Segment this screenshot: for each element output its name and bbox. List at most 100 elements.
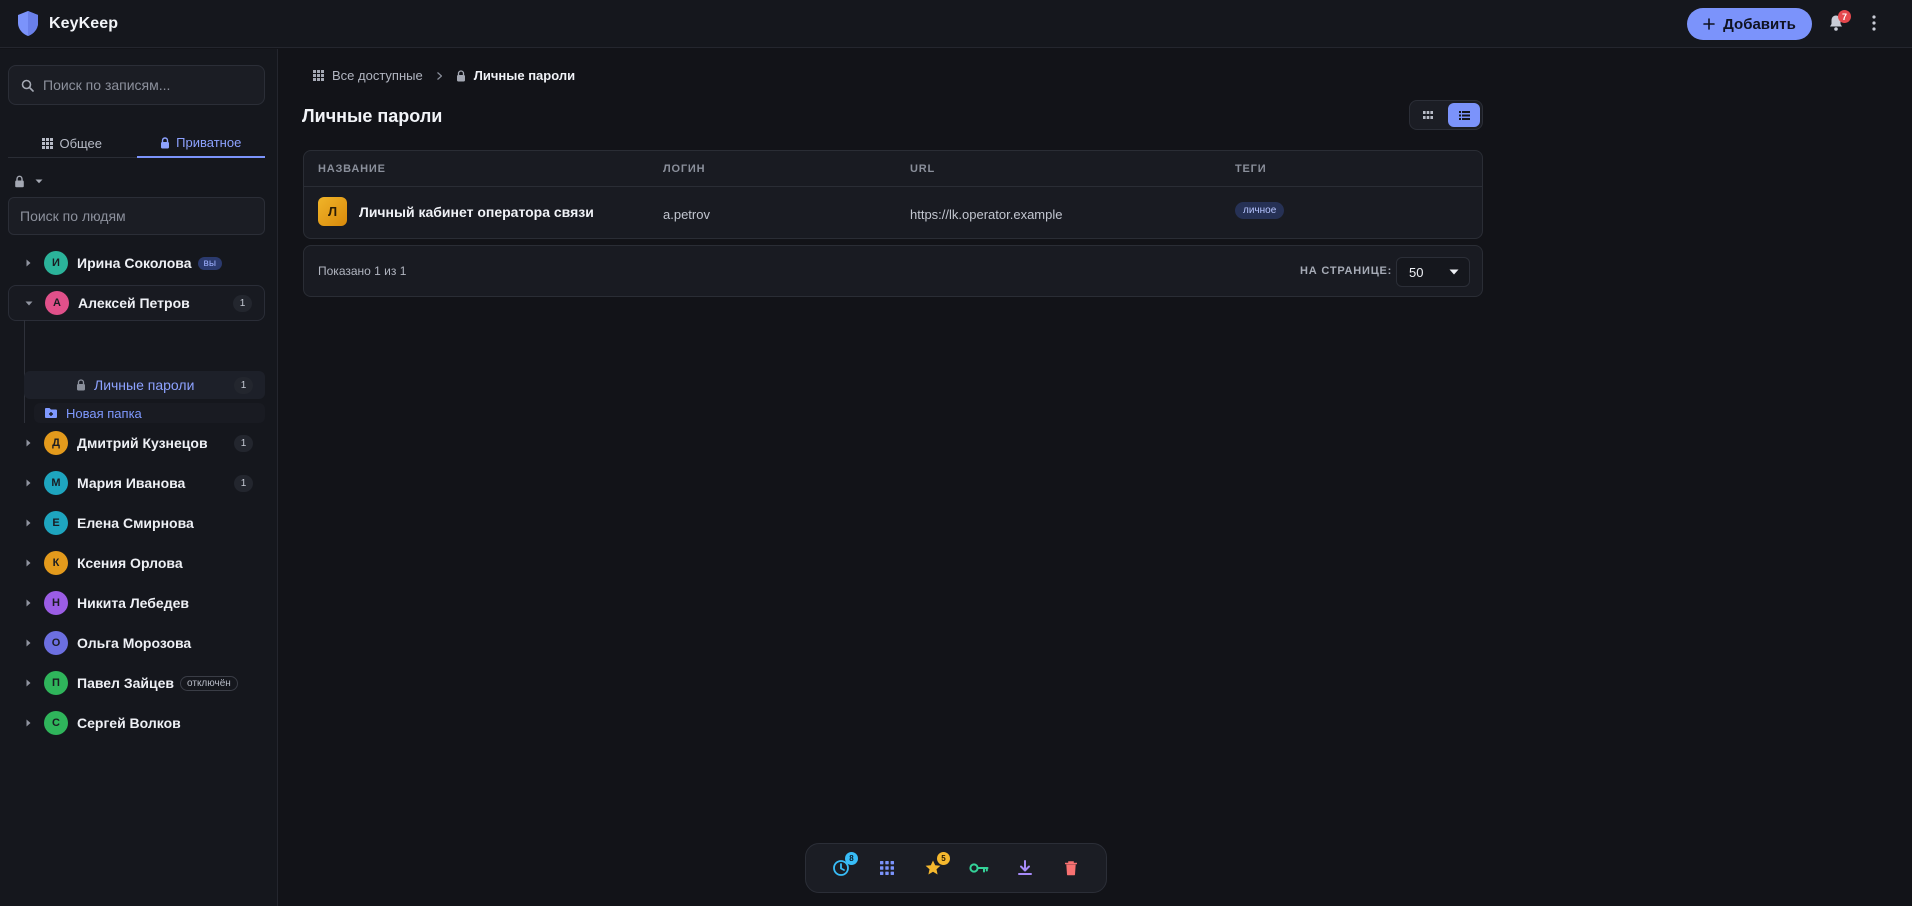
- grid-view-button[interactable]: [1412, 103, 1444, 127]
- grid-icon: [313, 70, 324, 81]
- download-icon: [1018, 860, 1032, 876]
- column-header-name[interactable]: НАЗВАНИЕ: [318, 163, 386, 175]
- new-folder-label: Новая папка: [66, 405, 142, 421]
- lock-filter-dropdown[interactable]: [14, 175, 43, 188]
- sidebar-tabs: Общее Приватное: [8, 129, 265, 158]
- person-item[interactable]: Д Дмитрий Кузнецов 1: [8, 425, 265, 461]
- chevron-right-icon: [436, 71, 442, 80]
- person-item[interactable]: И Ирина Соколова вы: [8, 245, 265, 281]
- folder-label: Личные пароли: [94, 377, 195, 393]
- person-item[interactable]: П Павел Зайцев отключён: [8, 665, 265, 701]
- person-name: Елена Смирнова: [77, 515, 194, 531]
- tab-general[interactable]: Общее: [8, 129, 137, 158]
- tree-line: [24, 320, 25, 423]
- person-name: Сергей Волков: [77, 715, 181, 731]
- record-avatar: Л: [318, 197, 347, 226]
- column-header-login[interactable]: ЛОГИН: [663, 163, 705, 175]
- record-login: a.petrov: [663, 207, 710, 222]
- per-page-value: 50: [1409, 264, 1424, 280]
- all-items-button[interactable]: [873, 854, 901, 882]
- avatar: Е: [44, 511, 68, 535]
- tab-private[interactable]: Приватное: [136, 129, 265, 158]
- avatar: А: [45, 291, 69, 315]
- favorites-button[interactable]: 5: [919, 852, 950, 882]
- per-page-select[interactable]: 50: [1396, 257, 1470, 287]
- import-button[interactable]: [1011, 854, 1039, 882]
- breadcrumb: Все доступные Личные пароли: [313, 68, 575, 83]
- people-search-input[interactable]: [20, 208, 264, 224]
- sidebar: Общее Приватное И Ирина Соколова вы А Ал…: [0, 49, 278, 906]
- trash-button[interactable]: [1057, 854, 1085, 882]
- person-item-expanded[interactable]: А Алексей Петров 1: [8, 285, 265, 321]
- column-header-url[interactable]: URL: [910, 163, 935, 175]
- person-item[interactable]: С Сергей Волков: [8, 705, 265, 741]
- count-badge: 1: [234, 474, 253, 492]
- add-button[interactable]: Добавить: [1687, 8, 1812, 40]
- person-item[interactable]: К Ксения Орлова: [8, 545, 265, 581]
- folder-plus-icon: [44, 407, 58, 419]
- chevron-right-icon[interactable]: [22, 639, 34, 647]
- page-title: Личные пароли: [302, 106, 443, 126]
- table-row[interactable]: Л Личный кабинет оператора связи a.petro…: [304, 187, 1482, 238]
- chevron-right-icon[interactable]: [22, 599, 34, 607]
- records-table: НАЗВАНИЕ ЛОГИН URL ТЕГИ Л Личный кабинет…: [303, 150, 1483, 239]
- lock-icon: [76, 379, 86, 391]
- avatar: К: [44, 551, 68, 575]
- person-item[interactable]: Н Никита Лебедев: [8, 585, 265, 621]
- new-folder-button[interactable]: Новая папка: [34, 403, 265, 423]
- avatar: И: [44, 251, 68, 275]
- shield-logo-icon: [16, 10, 40, 37]
- view-toggle: [1409, 100, 1483, 130]
- tab-private-label: Приватное: [176, 135, 242, 150]
- app-name: KeyKeep: [49, 14, 119, 32]
- record-url[interactable]: https://lk.operator.example: [910, 207, 1062, 222]
- chevron-right-icon[interactable]: [22, 259, 34, 267]
- lock-icon: [160, 136, 170, 149]
- person-name: Дмитрий Кузнецов: [77, 435, 208, 451]
- chevron-right-icon[interactable]: [22, 519, 34, 527]
- tag-badge[interactable]: личное: [1235, 202, 1285, 219]
- brand[interactable]: KeyKeep: [16, 10, 118, 37]
- person-name: Ксения Орлова: [77, 555, 183, 571]
- breadcrumb-current: Личные пароли: [473, 68, 576, 83]
- top-bar: KeyKeep Добавить 7: [0, 0, 1912, 48]
- chevron-down-icon[interactable]: [23, 301, 35, 306]
- chevron-right-icon[interactable]: [22, 679, 34, 687]
- trash-icon: [1064, 860, 1078, 876]
- add-button-label: Добавить: [1723, 15, 1796, 33]
- more-vertical-icon[interactable]: [1872, 15, 1876, 31]
- lock-icon: [456, 69, 466, 82]
- list-view-button[interactable]: [1448, 103, 1480, 127]
- column-header-tags[interactable]: ТЕГИ: [1235, 163, 1266, 175]
- person-item[interactable]: М Мария Иванова 1: [8, 465, 265, 501]
- person-name: Ирина Соколова: [77, 255, 192, 271]
- lock-icon: [14, 175, 25, 188]
- person-item[interactable]: О Ольга Морозова: [8, 625, 265, 661]
- breadcrumb-root[interactable]: Все доступные: [332, 68, 423, 83]
- grid-icon: [1423, 111, 1433, 119]
- chevron-right-icon[interactable]: [22, 719, 34, 727]
- chevron-right-icon[interactable]: [22, 439, 34, 447]
- chevron-down-icon: [35, 179, 43, 184]
- per-page-label: НА СТРАНИЦЕ:: [1300, 265, 1393, 277]
- disabled-badge: отключён: [180, 675, 238, 691]
- avatar: С: [44, 711, 68, 735]
- grid-icon: [42, 137, 54, 149]
- chevron-right-icon[interactable]: [22, 559, 34, 567]
- record-title[interactable]: Личный кабинет оператора связи: [359, 204, 594, 220]
- bottom-dock: 8 5: [805, 843, 1107, 893]
- passwords-button[interactable]: [965, 854, 993, 882]
- records-search[interactable]: [8, 65, 265, 105]
- count-badge: 1: [233, 294, 252, 312]
- people-search[interactable]: [8, 197, 265, 235]
- person-name: Ольга Морозова: [77, 635, 192, 651]
- records-search-input[interactable]: [43, 77, 264, 93]
- grid-icon: [880, 861, 894, 875]
- person-item[interactable]: Е Елена Смирнова: [8, 505, 265, 541]
- chevron-right-icon[interactable]: [22, 479, 34, 487]
- folder-personal-passwords[interactable]: Личные пароли 1: [24, 371, 265, 399]
- avatar: М: [44, 471, 68, 495]
- search-icon: [21, 79, 34, 92]
- recent-button[interactable]: 8: [827, 852, 858, 882]
- key-icon: [969, 862, 989, 874]
